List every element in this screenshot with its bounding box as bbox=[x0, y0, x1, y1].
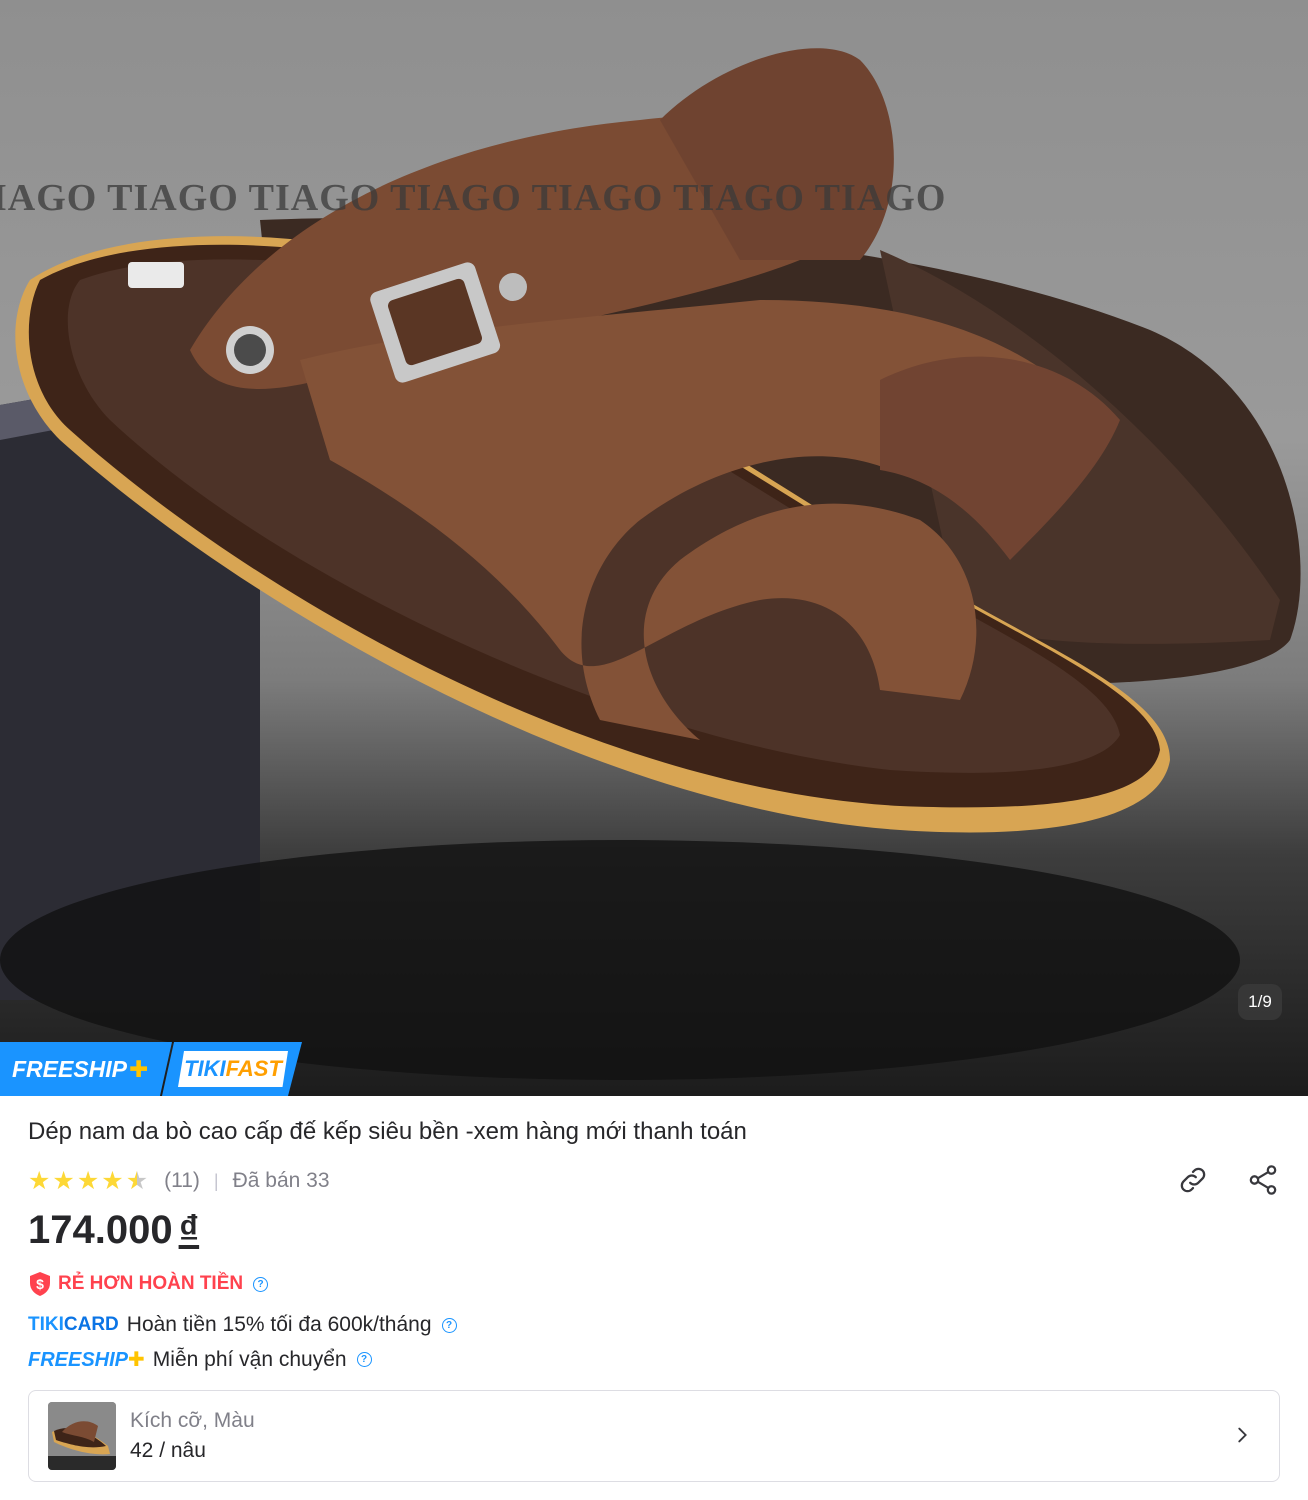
sold-count: Đã bán 33 bbox=[232, 1169, 330, 1192]
image-counter: 1/9 bbox=[1238, 984, 1282, 1020]
tikifast-badge: TIKI FAST bbox=[162, 1042, 302, 1096]
freeship-promo: FREESHIP✚ Miễn phí vận chuyển ? bbox=[28, 1347, 372, 1372]
shield-dollar-icon: $ bbox=[30, 1272, 50, 1296]
fast-label: FAST bbox=[225, 1056, 282, 1081]
help-circle-icon[interactable]: ? bbox=[441, 1317, 457, 1333]
variant-selector[interactable]: Kích cỡ, Màu 42 / nâu bbox=[28, 1390, 1280, 1482]
divider: | bbox=[213, 1170, 219, 1191]
currency-symbol: ₫ bbox=[178, 1208, 200, 1252]
price-amount: 174.000 bbox=[28, 1208, 173, 1252]
variant-value: 42 / nâu bbox=[130, 1439, 206, 1462]
cheaper-refund-promo: $ RẺ HƠN HOÀN TIỀN ? bbox=[28, 1271, 269, 1297]
shipping-badges: FREESHIP ✚ TIKI FAST bbox=[0, 1042, 302, 1096]
action-icons bbox=[1176, 1163, 1280, 1197]
price: 174.000 ₫ bbox=[28, 1208, 199, 1253]
freeship-label: FREESHIP bbox=[12, 1055, 128, 1082]
freeship-text: Miễn phí vận chuyển bbox=[152, 1347, 347, 1371]
star-icon: ★ bbox=[52, 1166, 75, 1195]
review-count[interactable]: (11) bbox=[164, 1169, 200, 1193]
tiki-label: TIKI bbox=[184, 1056, 226, 1081]
rating-stars[interactable]: ★ ★ ★ ★ ★ bbox=[28, 1166, 149, 1195]
help-circle-icon[interactable]: ? bbox=[253, 1276, 269, 1292]
tikicard-promo: TIKICARD Hoàn tiền 15% tối đa 600k/tháng… bbox=[28, 1313, 457, 1337]
tikicard-logo: TIKICARD bbox=[28, 1314, 119, 1335]
product-title: Dép nam da bò cao cấp đế kếp siêu bền -x… bbox=[28, 1118, 747, 1145]
link-icon[interactable] bbox=[1176, 1163, 1210, 1197]
star-icon: ★ bbox=[101, 1166, 124, 1195]
plus-icon: ✚ bbox=[129, 1055, 149, 1082]
product-photo bbox=[0, 48, 1301, 1080]
variant-thumbnail bbox=[48, 1402, 116, 1470]
product-image-gallery[interactable]: IAGO TIAGO TIAGO TIAGO TIAGO TIAGO TIAGO… bbox=[0, 0, 1308, 1096]
tikicard-text: Hoàn tiền 15% tối đa 600k/tháng bbox=[126, 1313, 432, 1336]
variant-label: Kích cỡ, Màu bbox=[130, 1409, 255, 1432]
share-icon[interactable] bbox=[1246, 1163, 1280, 1197]
star-half-icon: ★ bbox=[125, 1166, 149, 1195]
freeship-logo: FREESHIP✚ bbox=[28, 1349, 145, 1371]
help-circle-icon[interactable]: ? bbox=[356, 1352, 372, 1367]
cheaper-refund-label: RẺ HƠN HOÀN TIỀN bbox=[58, 1273, 244, 1294]
rating-row: ★ ★ ★ ★ ★ (11) | Đã bán 33 bbox=[28, 1165, 330, 1197]
svg-text:$: $ bbox=[36, 1276, 44, 1292]
watermark-text: IAGO TIAGO TIAGO TIAGO TIAGO TIAGO TIAGO bbox=[0, 177, 947, 219]
star-icon: ★ bbox=[28, 1166, 51, 1195]
chevron-right-icon[interactable] bbox=[1231, 1424, 1253, 1446]
star-icon: ★ bbox=[76, 1166, 100, 1195]
freeship-badge: FREESHIP ✚ bbox=[0, 1042, 172, 1096]
